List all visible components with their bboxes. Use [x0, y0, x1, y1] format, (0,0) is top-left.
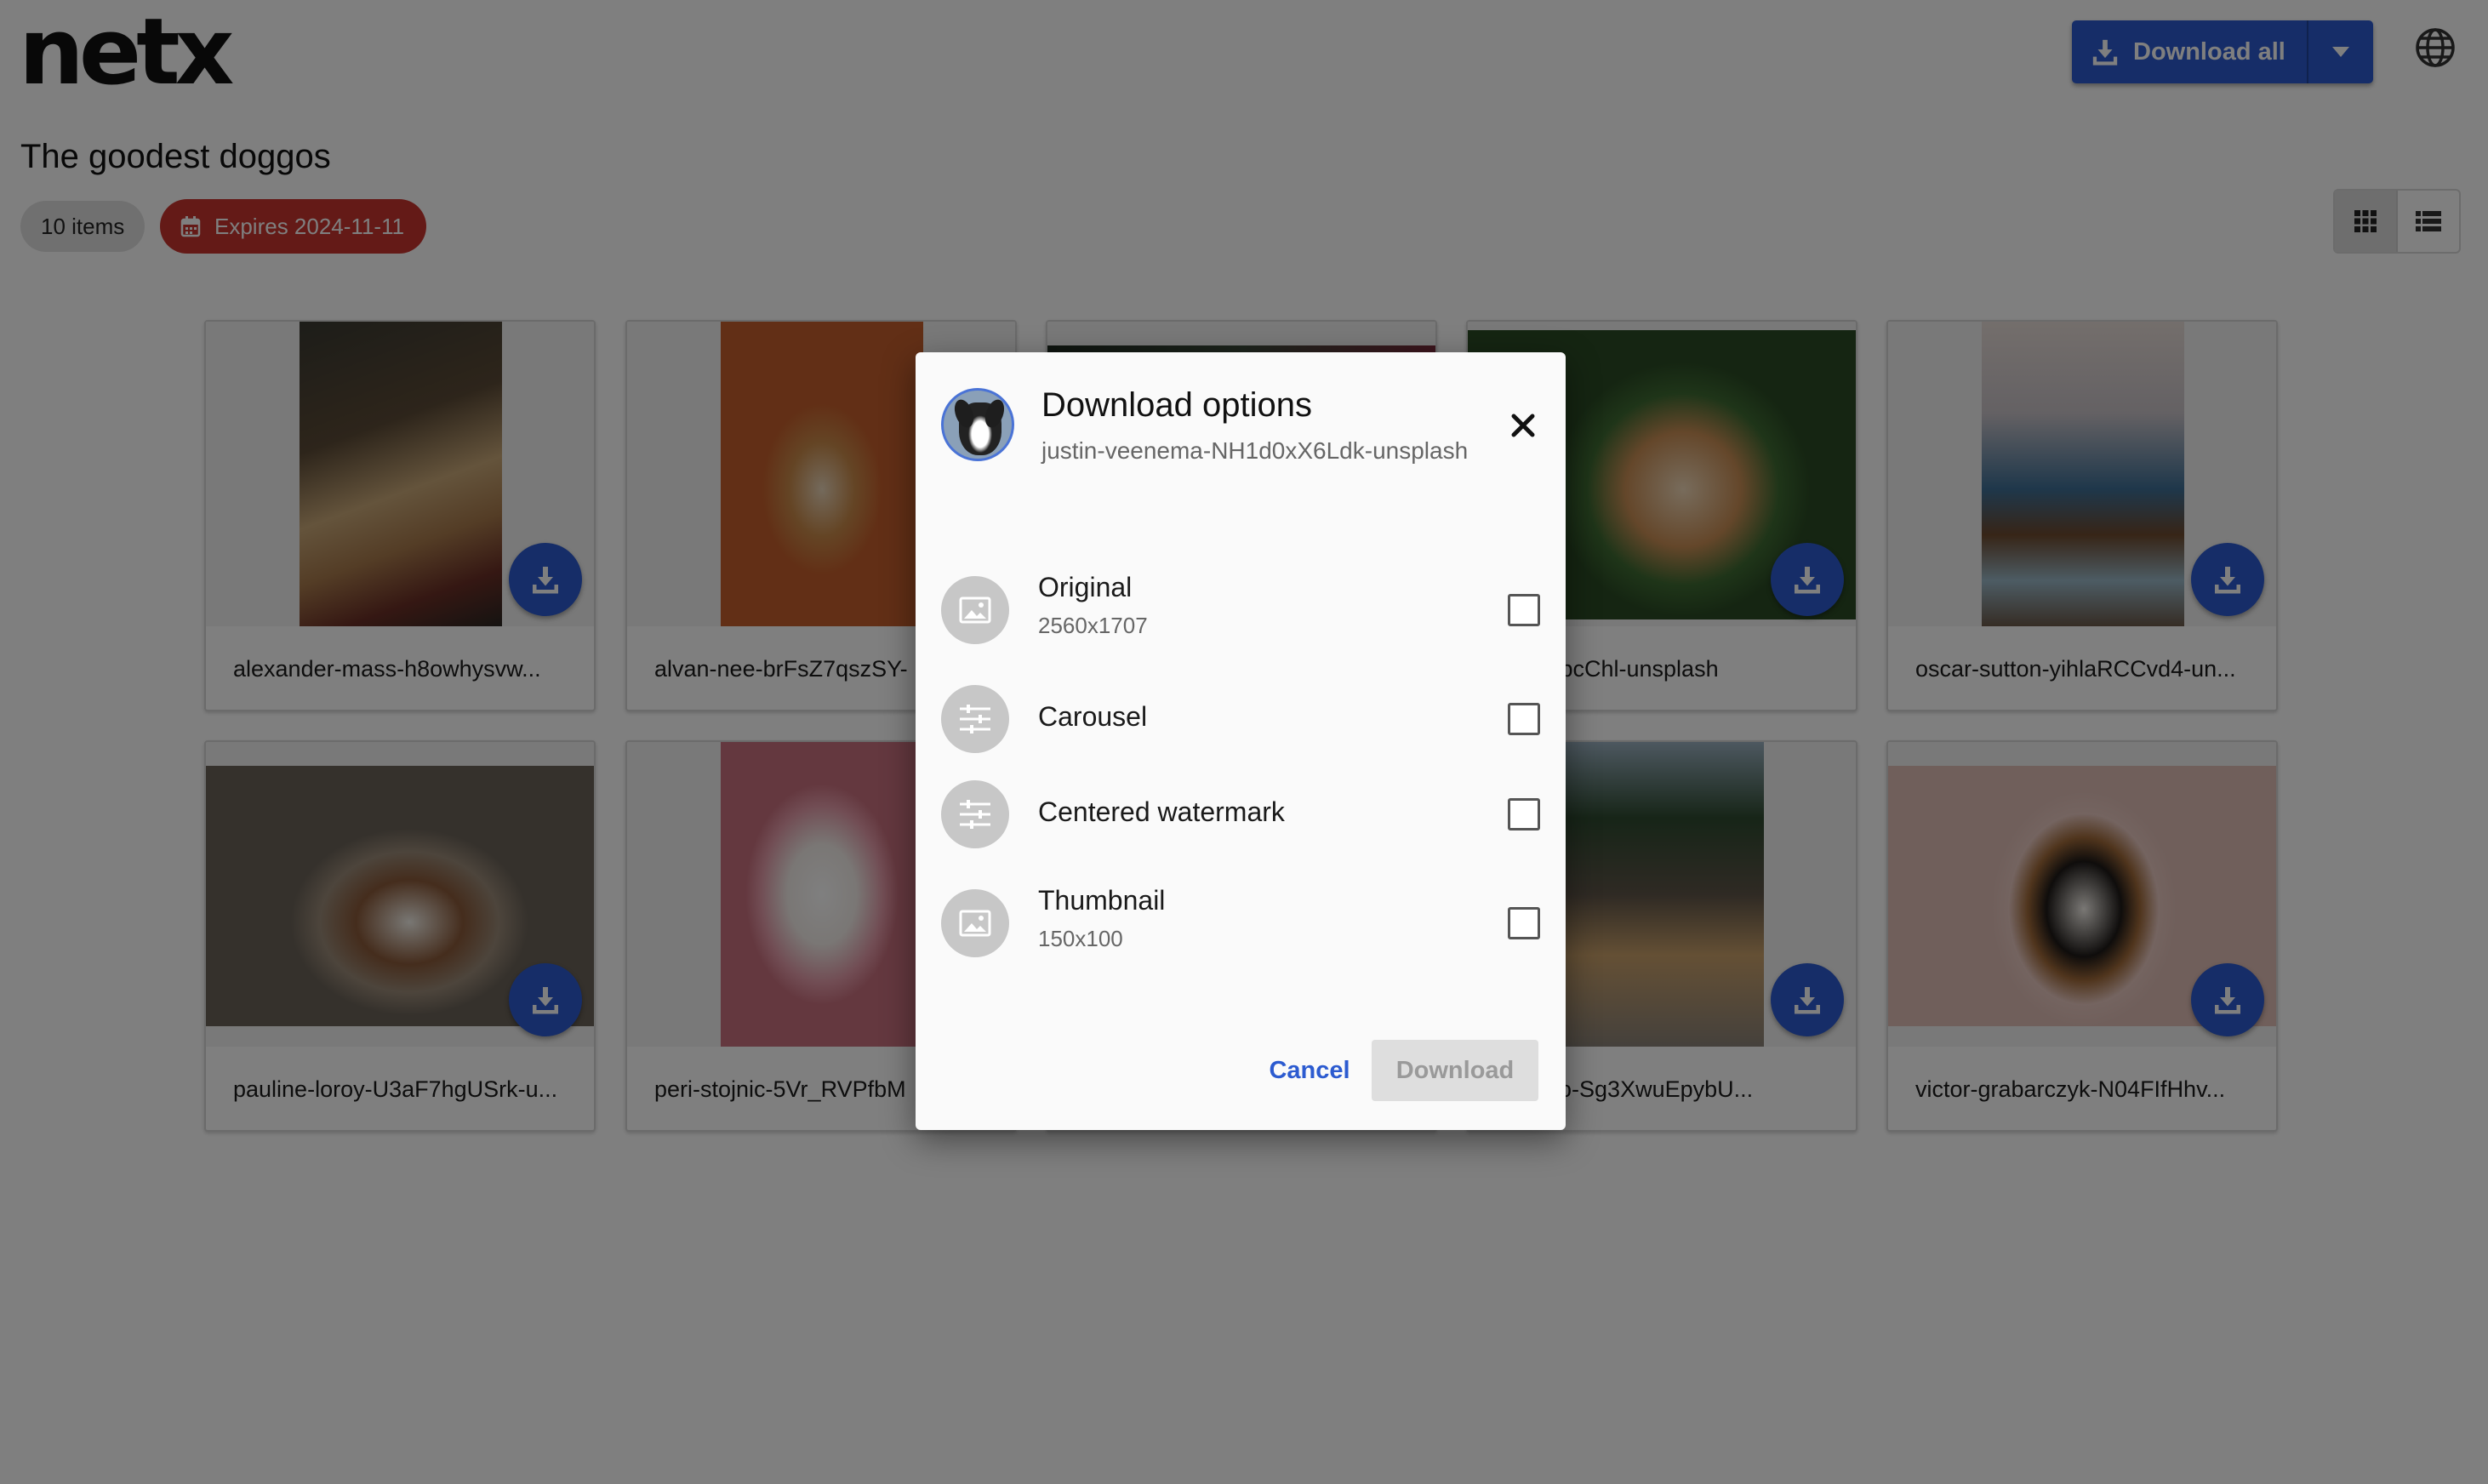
option-label: Thumbnail [1038, 885, 1166, 916]
option-label: Carousel [1038, 701, 1148, 732]
dialog-title: Download options [1041, 386, 1312, 424]
option-checkbox[interactable] [1508, 907, 1540, 939]
sliders-icon [941, 780, 1009, 848]
download-button[interactable]: Download [1372, 1040, 1538, 1101]
close-icon[interactable] [1508, 410, 1538, 441]
cancel-button[interactable]: Cancel [1250, 1040, 1369, 1101]
image-icon [941, 889, 1009, 957]
option-checkbox[interactable] [1508, 703, 1540, 735]
sliders-icon [941, 685, 1009, 753]
option-original[interactable]: Original 2560x1707 [941, 572, 1545, 648]
option-dimensions: 150x100 [1038, 926, 1123, 951]
asset-avatar [941, 388, 1014, 461]
dialog-filename: justin-veenema-NH1d0xX6Ldk-unsplash [1041, 437, 1469, 464]
option-label: Original [1038, 572, 1133, 602]
option-dimensions: 2560x1707 [1038, 613, 1148, 638]
option-label: Centered watermark [1038, 796, 1285, 827]
image-icon [941, 576, 1009, 644]
option-thumbnail[interactable]: Thumbnail 150x100 [941, 885, 1545, 962]
option-checkbox[interactable] [1508, 798, 1540, 830]
download-options-dialog: Download options justin-veenema-NH1d0xX6… [916, 352, 1566, 1130]
option-carousel[interactable]: Carousel [941, 681, 1545, 757]
option-checkbox[interactable] [1508, 594, 1540, 626]
option-centered-watermark[interactable]: Centered watermark [941, 776, 1545, 853]
